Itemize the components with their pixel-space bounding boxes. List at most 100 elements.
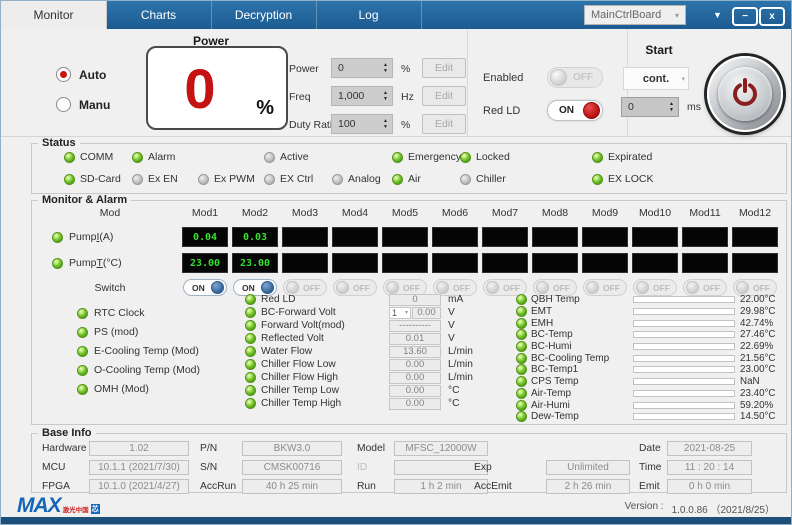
power-param-label: Power: [289, 63, 319, 75]
duty-edit-button[interactable]: Edit: [422, 114, 466, 134]
enabled-label: Enabled: [483, 72, 523, 84]
power-param-unit: %: [401, 63, 410, 75]
led-icon: [516, 400, 527, 411]
sn-value: CMSK00716: [242, 460, 342, 475]
close-button[interactable]: x: [759, 7, 785, 26]
start-delay-input[interactable]: 0 ▲▼: [621, 97, 679, 117]
board-selector-dropdown[interactable]: MainCtrlBoard ▾: [584, 5, 686, 25]
power-param-input[interactable]: 0 ▲▼: [331, 58, 393, 78]
pump-temp-lcd: [682, 253, 728, 273]
indicator-omh: OMH (Mod): [77, 383, 200, 395]
spinner-arrows-icon[interactable]: ▲▼: [380, 88, 391, 104]
toggle-knob: [583, 102, 600, 119]
accrun-value: 40 h 25 min: [242, 479, 342, 494]
mod-column-header: Mod10: [630, 207, 680, 219]
power-display-value: 0: [148, 48, 252, 128]
dropdown-arrow-icon[interactable]: ▼: [713, 10, 722, 20]
pump-temp-lcd: [432, 253, 478, 273]
tab-log[interactable]: Log: [316, 1, 422, 29]
version-info: Version : 1.0.0.86 （2021/8/25）: [625, 501, 775, 516]
pn-label: P/N: [200, 443, 217, 454]
led-icon: [198, 174, 209, 185]
freq-param-input[interactable]: 1,000 ▲▼: [331, 86, 393, 106]
start-mode-value: cont.: [643, 73, 669, 85]
pump-temp-label: PumpT(°C): [40, 257, 180, 269]
gauge-emh: EMH42.74%: [516, 317, 792, 329]
pump-temp-lcd: [282, 253, 328, 273]
readout-value: 0.00: [389, 398, 441, 410]
status-row-1: COMM Alarm Active Emergency Locked Expir…: [64, 151, 782, 163]
tab-charts[interactable]: Charts: [106, 1, 212, 29]
tab-monitor[interactable]: Monitor: [1, 1, 107, 29]
spinner-arrows-icon[interactable]: ▲▼: [380, 60, 391, 76]
led-icon: [77, 327, 88, 338]
duty-param-value: 100: [338, 118, 356, 130]
mode-auto-radio[interactable]: Auto: [56, 67, 106, 82]
freq-edit-button[interactable]: Edit: [422, 86, 466, 106]
tab-decryption[interactable]: Decryption: [211, 1, 317, 29]
red-ld-toggle[interactable]: ON: [547, 100, 603, 121]
status-ex-lock: EX LOCK: [592, 173, 782, 185]
toggle-knob: [686, 281, 699, 294]
pump-temp-lcd: [482, 253, 528, 273]
mod-column-header: Mod12: [730, 207, 780, 219]
id-label: ID: [357, 462, 367, 473]
spinner-arrows-icon[interactable]: ▲▼: [380, 116, 391, 132]
toggle-knob: [636, 281, 649, 294]
pump-current-lcd: [732, 227, 778, 247]
pump-current-lcd: [632, 227, 678, 247]
logo-text: MAX: [17, 496, 61, 516]
mod-column-header: Mod3: [280, 207, 330, 219]
mcu-value: 10.1.1 (2021/7/30): [89, 460, 189, 475]
hardware-label: Hardware: [42, 443, 87, 454]
date-value: 2021-08-25: [667, 441, 752, 456]
accrun-label: AccRun: [200, 481, 236, 492]
model-value: MFSC_12000W: [394, 441, 488, 456]
laser-start-button[interactable]: [707, 56, 783, 132]
mod-column-header: Mod2: [230, 207, 280, 219]
start-mode-dropdown[interactable]: cont. ▾: [623, 67, 689, 90]
status-label: Locked: [476, 151, 510, 163]
status-sd-card: SD-Card: [64, 173, 132, 185]
gauge-qbh-temp: QBH Temp22.00°C: [516, 294, 792, 306]
led-icon: [245, 398, 256, 409]
status-label: Alarm: [148, 151, 175, 163]
freq-param-label: Freq: [289, 91, 311, 103]
divider: [467, 29, 468, 137]
pump-current-lcd: [432, 227, 478, 247]
led-icon: [77, 308, 88, 319]
status-label: Active: [280, 151, 309, 163]
gauge-bar: [633, 308, 735, 315]
spinner-arrows-icon[interactable]: ▲▼: [666, 99, 677, 115]
gauge-bar: [633, 378, 735, 385]
bc-channel-dropdown[interactable]: 1▾: [389, 307, 411, 319]
duty-param-unit: %: [401, 119, 410, 131]
minimize-button[interactable]: −: [732, 7, 758, 26]
power-button-face: [718, 67, 772, 121]
time-value: 11 : 20 : 14: [667, 460, 752, 475]
led-icon: [592, 174, 603, 185]
monitor-alarm-title: Monitor & Alarm: [38, 194, 131, 206]
status-active: Active: [264, 151, 332, 163]
max-logo: MAX 激光中国 芯: [17, 496, 100, 516]
led-icon: [245, 320, 256, 331]
duty-param-input[interactable]: 100 ▲▼: [331, 114, 393, 134]
led-icon: [264, 174, 275, 185]
status-label: EX LOCK: [608, 173, 654, 185]
status-label: Air: [408, 173, 421, 185]
gauge-bc-humi: BC-Humi22.69%: [516, 341, 792, 353]
led-icon: [245, 385, 256, 396]
tab-bar: Monitor Charts Decryption Log MainCtrlBo…: [1, 1, 791, 29]
status-label: Ex PWM: [214, 173, 255, 185]
status-groupbox: Status COMM Alarm Active Emergency Locke…: [31, 143, 787, 194]
mode-manu-radio[interactable]: Manu: [56, 97, 110, 112]
module-indicator-list: RTC Clock PS (mod) E-Cooling Temp (Mod) …: [77, 307, 200, 395]
mod1-switch[interactable]: ON: [183, 279, 227, 296]
enabled-toggle[interactable]: OFF: [547, 67, 603, 88]
power-edit-button[interactable]: Edit: [422, 58, 466, 78]
gauge-bar: [633, 331, 735, 338]
pump-temp-lcd: [332, 253, 378, 273]
readout-value: 0.01: [389, 333, 441, 345]
status-expirated: Expirated: [592, 151, 782, 163]
board-selector-value: MainCtrlBoard: [591, 9, 661, 21]
